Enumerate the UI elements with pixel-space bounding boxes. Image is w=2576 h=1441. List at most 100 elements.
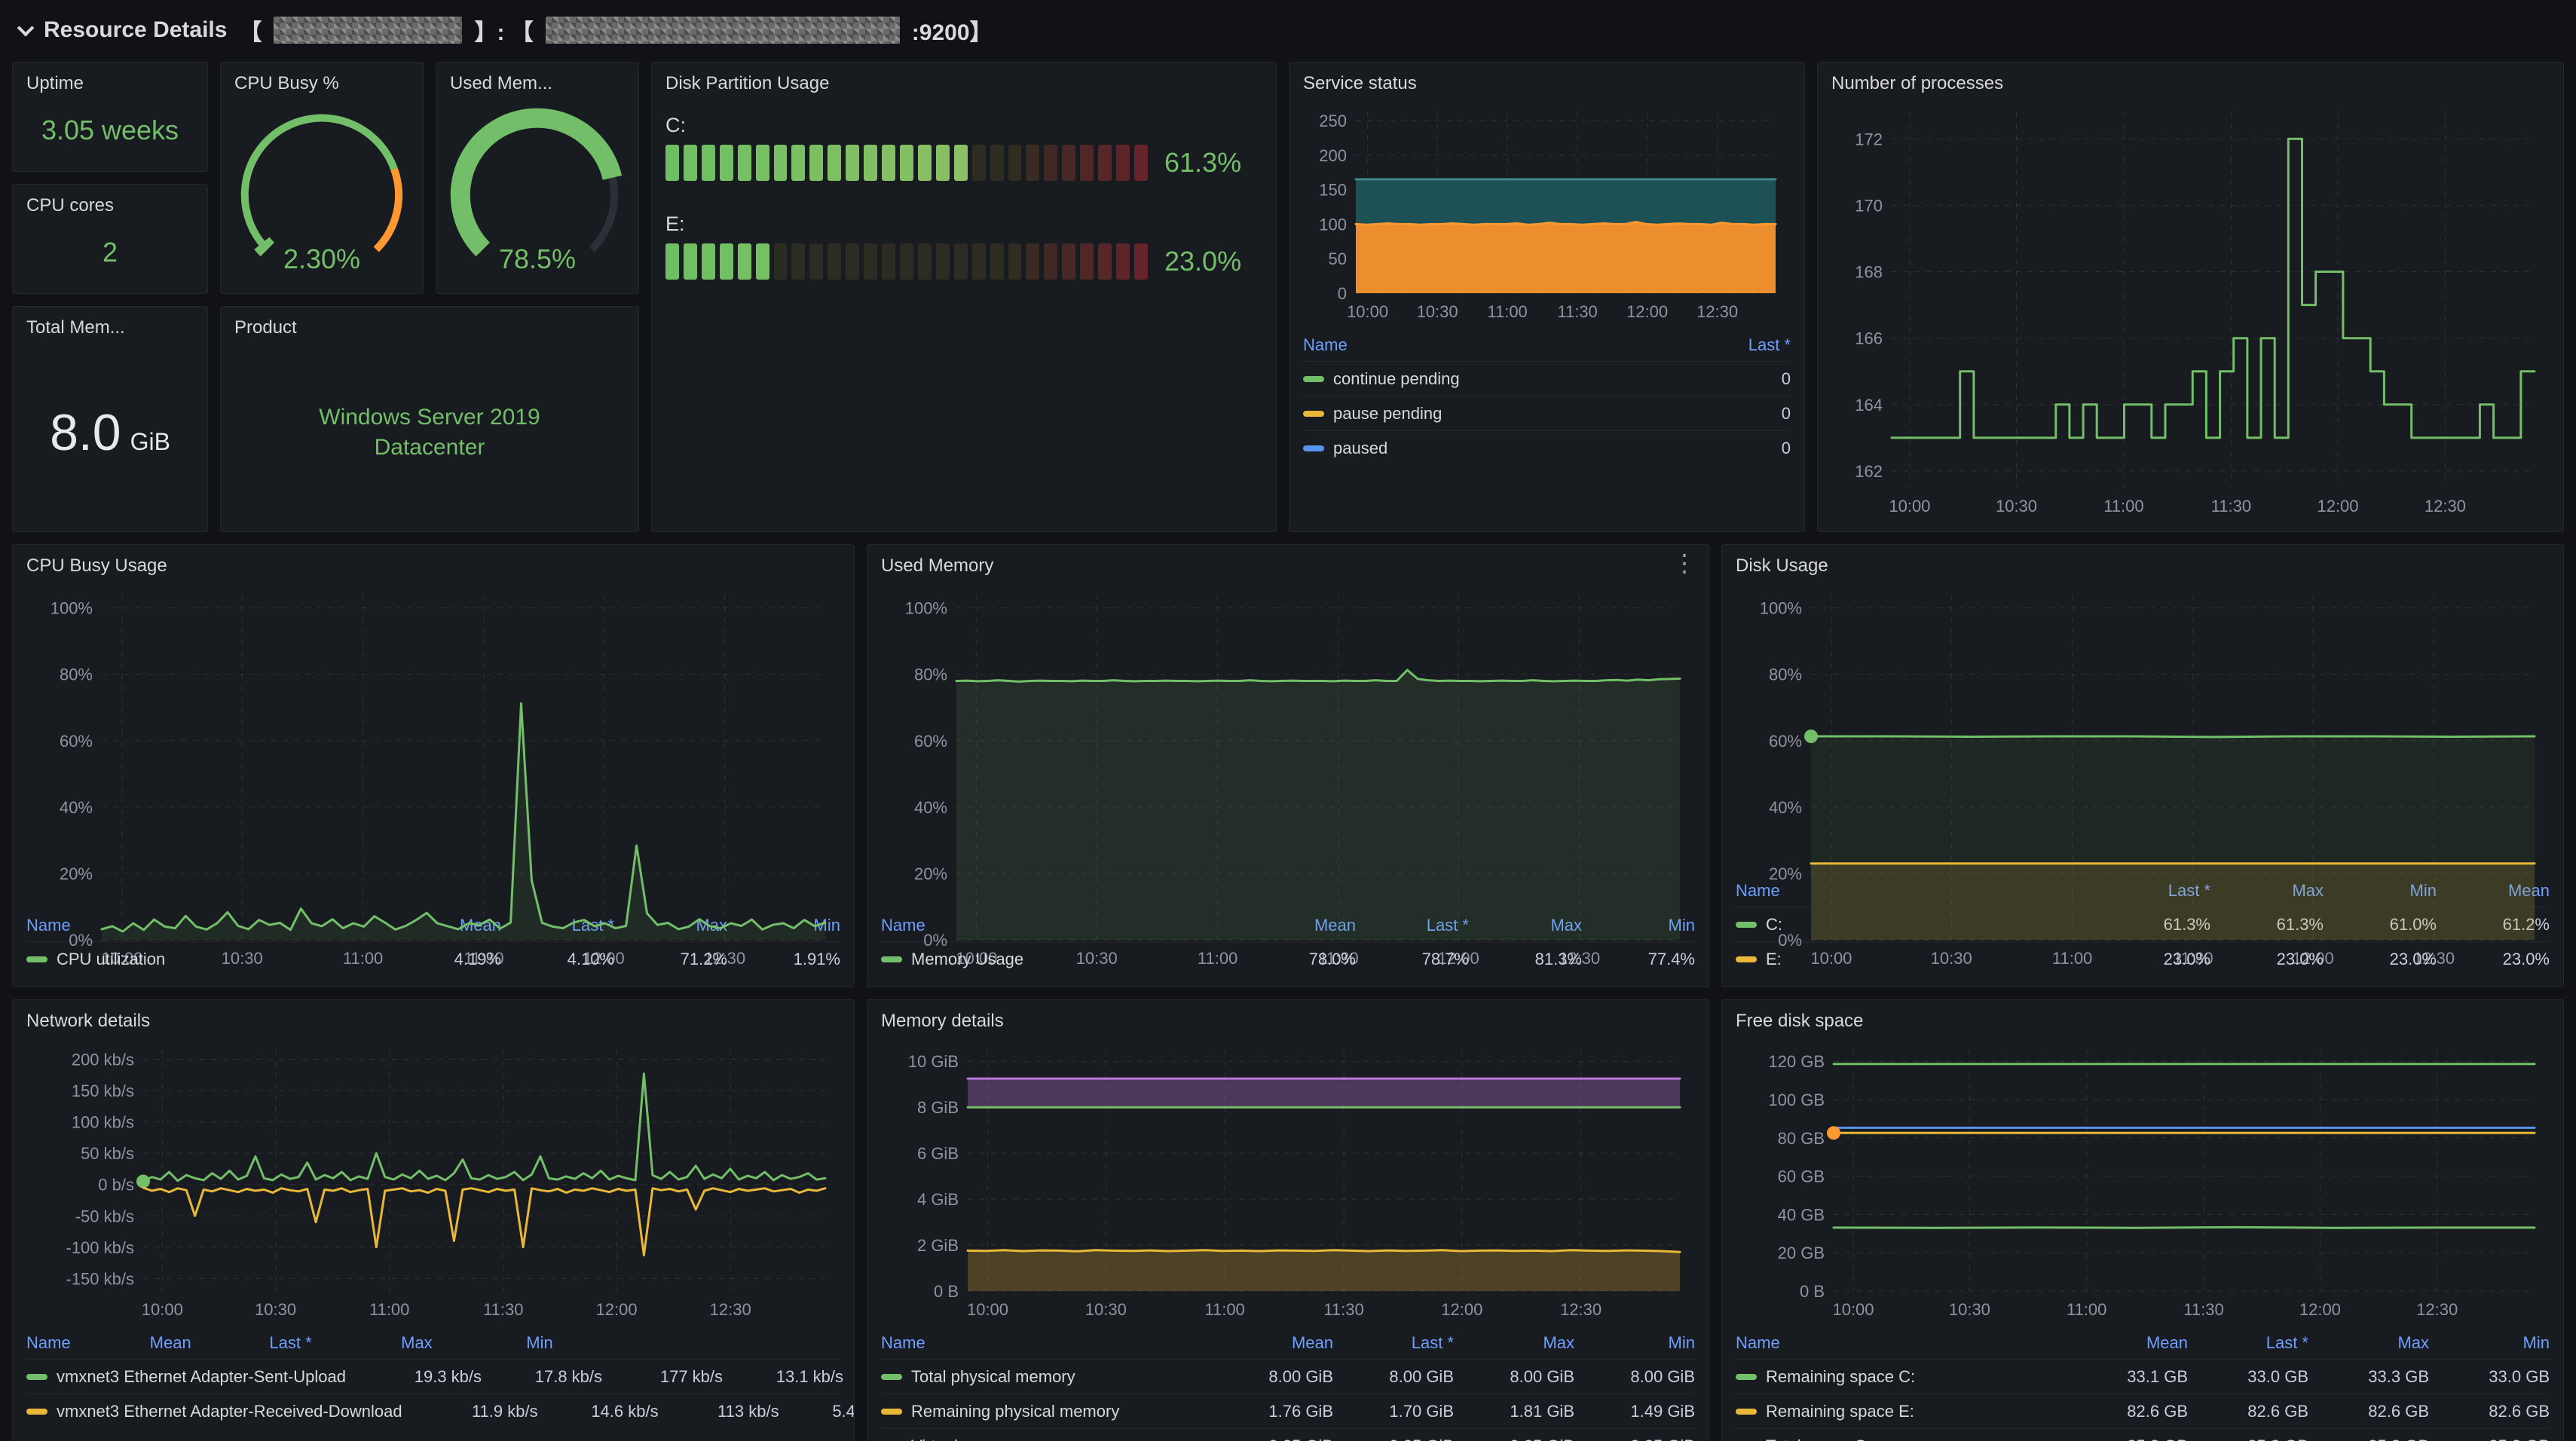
memory-details-legend: NameMeanLast *MaxMin Total physical memor… bbox=[881, 1327, 1695, 1441]
panel-title[interactable]: Free disk space bbox=[1736, 1011, 2550, 1032]
service-status-chart[interactable]: 05010015020025010:0010:3011:0011:3012:00… bbox=[1303, 100, 1791, 326]
panel-title[interactable]: CPU Busy % bbox=[234, 73, 409, 94]
panel-title[interactable]: Used Mem... bbox=[450, 73, 625, 94]
panel-title[interactable]: Service status bbox=[1303, 73, 1791, 94]
legend-stat-header[interactable]: Max bbox=[312, 1333, 433, 1353]
legend-stat-header[interactable]: Min bbox=[1574, 1333, 1695, 1353]
legend-stat-header[interactable]: Mean bbox=[2067, 1333, 2188, 1353]
panel-title[interactable]: Used Memory bbox=[881, 555, 1695, 577]
legend-stat-header[interactable]: Max bbox=[2308, 1333, 2429, 1353]
legend-series-name[interactable]: vmxnet3 Ethernet Adapter-Received-Downlo… bbox=[57, 1402, 402, 1421]
legend-value: 8.00 GiB bbox=[1333, 1367, 1454, 1387]
svg-text:164: 164 bbox=[1855, 396, 1883, 415]
legend-name-header[interactable]: Name bbox=[1303, 335, 1685, 355]
legend-series-name[interactable]: Virtual memory bbox=[911, 1436, 1023, 1441]
svg-text:12:30: 12:30 bbox=[2413, 949, 2455, 968]
top-panel-grid: Uptime 3.05 weeks CPU cores 2 Total Mem.… bbox=[12, 62, 2564, 532]
svg-text:100%: 100% bbox=[905, 599, 947, 618]
disk-usage-chart[interactable]: 0%20%40%60%80%100%10:0010:3011:0011:3012… bbox=[1736, 583, 2550, 872]
panel-title[interactable]: CPU Busy Usage bbox=[26, 555, 840, 577]
legend-stat-header[interactable]: Mean bbox=[1213, 1333, 1333, 1353]
legend-color-marker bbox=[1736, 1409, 1757, 1415]
legend-series-name[interactable]: vmxnet3 Ethernet Adapter-Sent-Upload bbox=[57, 1367, 346, 1387]
panel-title[interactable]: Number of processes bbox=[1831, 73, 2550, 94]
legend-series-name[interactable]: Remaining space E: bbox=[1766, 1402, 1914, 1421]
product-value: Windows Server 2019 Datacenter bbox=[234, 402, 625, 464]
panel-title[interactable]: Disk Usage bbox=[1736, 555, 2550, 577]
legend-stat-header[interactable]: Last * bbox=[1333, 1333, 1454, 1353]
svg-text:100 kb/s: 100 kb/s bbox=[72, 1113, 134, 1132]
legend-value: 1.76 GiB bbox=[1213, 1402, 1333, 1421]
svg-text:-100 kb/s: -100 kb/s bbox=[66, 1238, 135, 1257]
legend-series-name[interactable]: Remaining physical memory bbox=[911, 1402, 1119, 1421]
svg-text:12:30: 12:30 bbox=[1696, 302, 1738, 321]
legend-series-name[interactable]: Total space C: bbox=[1766, 1436, 1871, 1441]
legend-series-name[interactable]: Total physical memory bbox=[911, 1367, 1075, 1387]
row-title[interactable]: Resource Details bbox=[44, 17, 227, 43]
svg-text:40%: 40% bbox=[60, 798, 93, 817]
panel-product: Product Windows Server 2019 Datacenter bbox=[220, 306, 639, 532]
svg-text:120 GB: 120 GB bbox=[1768, 1052, 1825, 1071]
panel-title[interactable]: Network details bbox=[26, 1011, 840, 1032]
legend-stat-header[interactable]: Last * bbox=[1685, 335, 1791, 355]
panel-title[interactable]: CPU cores bbox=[26, 195, 194, 216]
svg-text:10 GiB: 10 GiB bbox=[908, 1052, 959, 1071]
dashboard-row-header[interactable]: Resource Details 【 】: 【 :9200】 bbox=[12, 9, 2564, 51]
legend-name-header[interactable]: Name bbox=[26, 1333, 71, 1353]
svg-text:0 B: 0 B bbox=[934, 1282, 959, 1301]
chevron-down-icon[interactable] bbox=[17, 20, 35, 37]
legend-series-name[interactable]: pause pending bbox=[1333, 404, 1442, 424]
svg-text:100 GB: 100 GB bbox=[1768, 1091, 1825, 1109]
cpu-busy-usage-chart[interactable]: 0%20%40%60%80%100%10:0010:3011:0011:3012… bbox=[26, 583, 840, 907]
legend-value: 85.3 GB bbox=[2308, 1436, 2429, 1441]
svg-text:60%: 60% bbox=[914, 732, 947, 751]
legend-stat-header[interactable]: Min bbox=[2429, 1333, 2550, 1353]
legend-series-name[interactable]: paused bbox=[1333, 439, 1387, 458]
svg-text:10:30: 10:30 bbox=[1076, 949, 1118, 968]
panel-disk-usage: Disk Usage 0%20%40%60%80%100%10:0010:301… bbox=[1721, 544, 2564, 987]
panel-title[interactable]: Total Mem... bbox=[26, 317, 194, 338]
processes-chart[interactable]: 16216416616817017210:0010:3011:0011:3012… bbox=[1831, 100, 2550, 521]
svg-text:12:00: 12:00 bbox=[2293, 949, 2334, 968]
svg-text:10:00: 10:00 bbox=[101, 949, 142, 968]
used-memory-chart[interactable]: 0%20%40%60%80%100%10:0010:3011:0011:3012… bbox=[881, 583, 1695, 907]
legend-name-header[interactable]: Name bbox=[881, 1333, 1213, 1353]
legend-stat-header[interactable]: Last * bbox=[191, 1333, 312, 1353]
svg-text:20%: 20% bbox=[60, 864, 93, 883]
free-disk-space-chart[interactable]: 0 B20 GB40 GB60 GB80 GB100 GB120 GB10:00… bbox=[1736, 1038, 2550, 1324]
panel-total-mem: Total Mem... 8.0 GiB bbox=[12, 306, 208, 532]
legend-name-header[interactable]: Name bbox=[1736, 1333, 2067, 1353]
cpu-busy-gauge: 2.30% bbox=[234, 100, 409, 283]
legend-color-marker bbox=[1303, 411, 1324, 417]
svg-text:168: 168 bbox=[1855, 263, 1883, 282]
legend-row: vmxnet3 Ethernet Adapter-Received-Downlo… bbox=[26, 1394, 840, 1428]
panel-memory-details: Memory details 0 B2 GiB4 GiB6 GiB8 GiB10… bbox=[867, 999, 1709, 1441]
panel-title[interactable]: Product bbox=[234, 317, 625, 338]
panel-free-disk-space: Free disk space 0 B20 GB40 GB60 GB80 GB1… bbox=[1721, 999, 2564, 1441]
legend-series-name[interactable]: Remaining space C: bbox=[1766, 1367, 1915, 1387]
legend-value: 85.3 GB bbox=[2188, 1436, 2308, 1441]
legend-value: 9.25 GiB bbox=[1574, 1436, 1695, 1441]
legend-series-name[interactable]: continue pending bbox=[1333, 369, 1460, 389]
panel-title[interactable]: Uptime bbox=[26, 73, 194, 94]
memory-details-chart[interactable]: 0 B2 GiB4 GiB6 GiB8 GiB10 GiB10:0010:301… bbox=[881, 1038, 1695, 1324]
svg-text:10:00: 10:00 bbox=[1889, 497, 1930, 516]
svg-text:2 GiB: 2 GiB bbox=[917, 1236, 959, 1255]
panel-menu-icon[interactable]: ⋮ bbox=[1672, 551, 1696, 575]
legend-stat-header[interactable]: Min bbox=[433, 1333, 553, 1353]
legend-value: 19.3 kb/s bbox=[361, 1367, 482, 1387]
svg-text:20 GB: 20 GB bbox=[1778, 1244, 1825, 1262]
svg-text:80%: 80% bbox=[60, 665, 93, 684]
legend-color-marker bbox=[26, 1409, 47, 1415]
panel-title[interactable]: Memory details bbox=[881, 1011, 1695, 1032]
legend-stat-header[interactable]: Last * bbox=[2188, 1333, 2308, 1353]
bracket-separator: 】: 【 bbox=[474, 14, 533, 47]
legend-stat-header[interactable]: Mean bbox=[71, 1333, 191, 1353]
svg-text:11:30: 11:30 bbox=[483, 1300, 523, 1319]
legend-stat-header[interactable]: Max bbox=[1454, 1333, 1574, 1353]
panel-title[interactable]: Disk Partition Usage bbox=[665, 73, 1262, 94]
network-details-chart[interactable]: 200 kb/s150 kb/s100 kb/s50 kb/s0 b/s-50 … bbox=[26, 1038, 840, 1324]
svg-text:0%: 0% bbox=[1778, 931, 1802, 950]
partition-label: C: bbox=[665, 114, 1262, 137]
svg-text:80%: 80% bbox=[914, 665, 947, 684]
